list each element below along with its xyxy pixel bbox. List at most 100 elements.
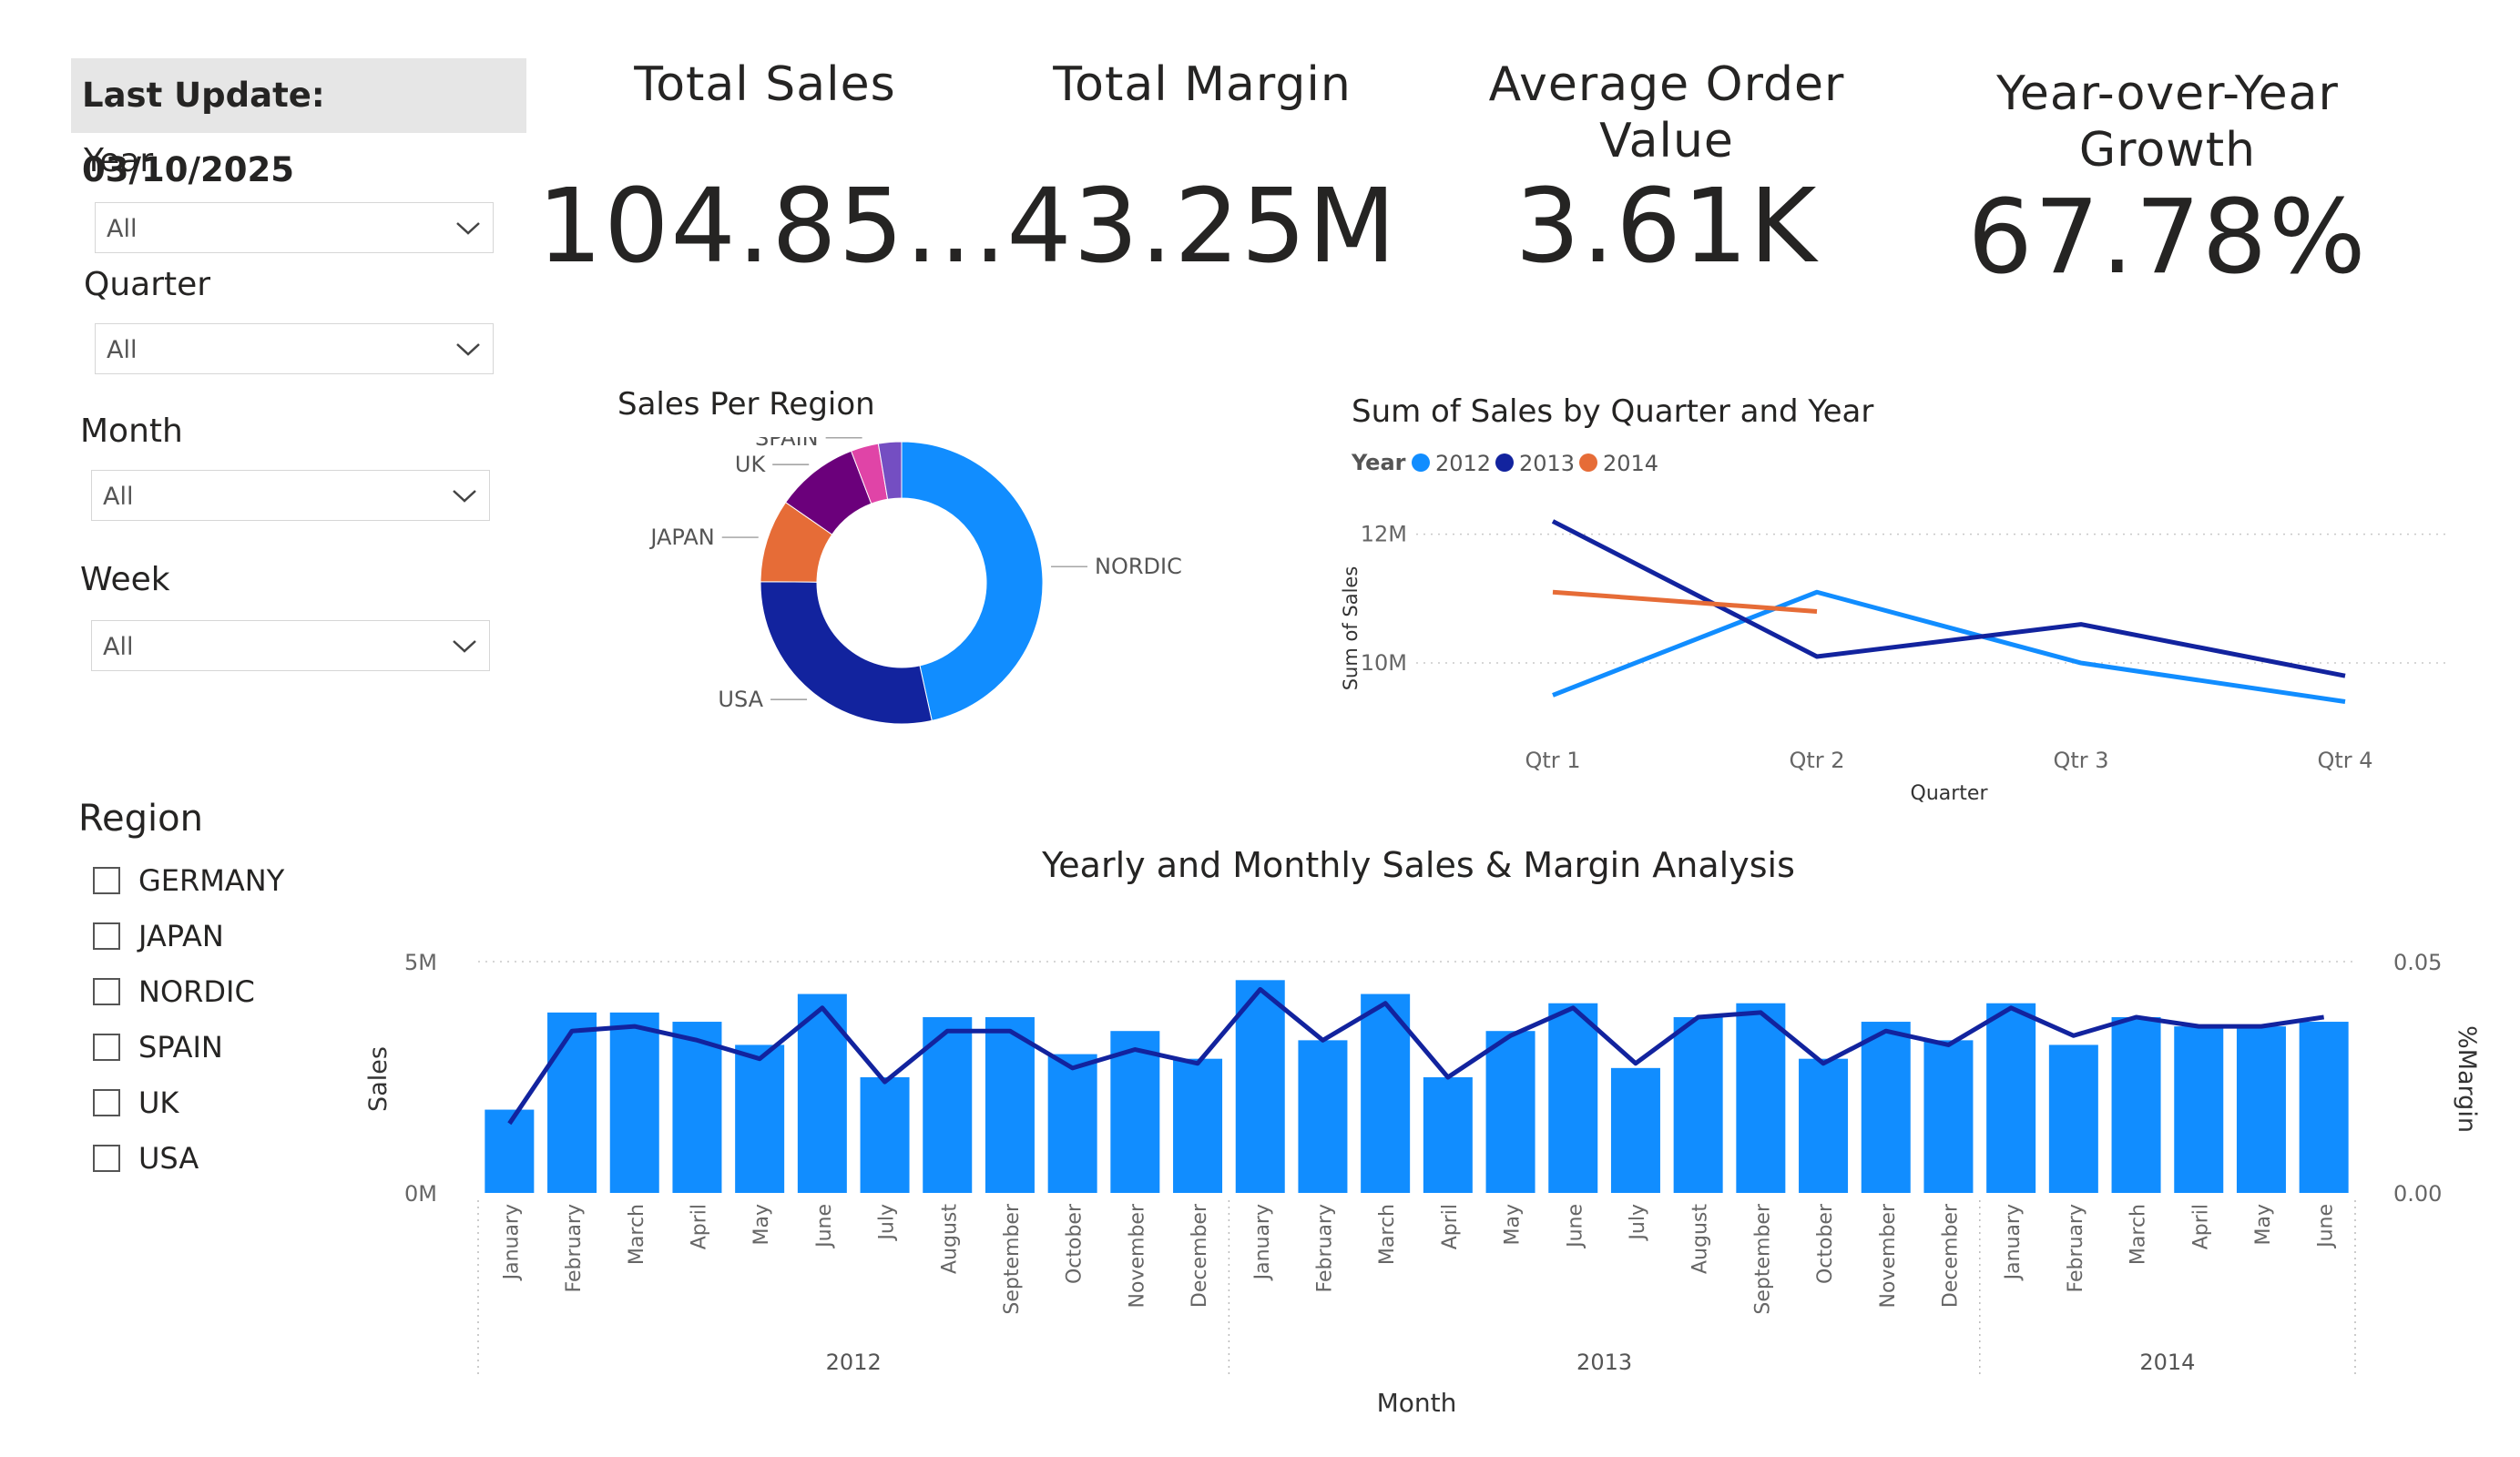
y-tick-label: 0M	[404, 1181, 437, 1207]
week-dropdown-value: All	[103, 633, 134, 661]
month-tick-label: May	[750, 1204, 773, 1245]
kpi-card-total-sales: Total Sales 104.85...	[537, 56, 1006, 286]
sales-bar	[1673, 1016, 1723, 1193]
x-tick-label: Qtr 3	[2053, 748, 2108, 773]
year-group-label: 2014	[2139, 1350, 2195, 1375]
region-option-japan[interactable]: JAPAN	[93, 915, 366, 961]
region-option-label: USA	[138, 1141, 199, 1176]
month-dropdown-value: All	[103, 483, 134, 511]
year-slicer-title: Year	[84, 142, 154, 179]
sales-bar	[1548, 1003, 1598, 1193]
legend-marker	[1495, 453, 1514, 472]
legend-item: 2012	[1435, 451, 1491, 476]
month-tick-label: March	[2127, 1204, 2150, 1265]
series-line-2012	[1552, 589, 2346, 704]
month-tick-label: February	[1313, 1204, 1336, 1293]
sales-bar	[2048, 1044, 2098, 1193]
series-line-2014	[1552, 589, 1818, 614]
month-tick-label: June	[1564, 1204, 1586, 1249]
y2-axis-label: %Margin	[2453, 1025, 2481, 1133]
chevron-down-icon	[453, 640, 476, 653]
month-tick-label: January	[1251, 1204, 1274, 1281]
y-tick-label: 10M	[1361, 650, 1407, 676]
region-option-spain[interactable]: SPAIN	[93, 1026, 366, 1072]
donut-data-label: UK	[735, 452, 767, 477]
chevron-down-icon	[456, 222, 480, 235]
month-tick-label: September	[1001, 1203, 1024, 1315]
x-tick-label: Qtr 2	[1789, 748, 1844, 773]
quarter-dropdown-value: All	[107, 336, 138, 364]
kpi-title: Total Sales	[634, 57, 896, 112]
kpi-title: Year-over-Year Growth	[1996, 66, 2339, 178]
month-tick-label: August	[1689, 1204, 1712, 1274]
sales-bar	[1298, 1040, 1348, 1193]
month-tick-label: July	[1627, 1204, 1649, 1242]
kpi-card-yoy-growth: Year-over-Year Growth 67.78%	[1949, 66, 2386, 297]
checkbox[interactable]	[93, 1034, 120, 1061]
y-axis-label: Sales	[364, 1046, 393, 1112]
legend-marker	[1579, 453, 1597, 472]
region-option-label: JAPAN	[138, 919, 224, 953]
y2-tick-label: 0.00	[2393, 1181, 2442, 1207]
month-slicer-title: Month	[80, 413, 183, 450]
kpi-title: Average Order Value	[1488, 57, 1845, 168]
region-option-uk[interactable]: UK	[93, 1082, 366, 1127]
year-group-label: 2013	[1576, 1350, 1632, 1375]
sales-bar	[1423, 1077, 1473, 1193]
donut-data-label: NORDIC	[1095, 554, 1182, 579]
month-tick-label: April	[1439, 1204, 1462, 1249]
month-tick-label: December	[1939, 1203, 1962, 1308]
sales-bar	[2174, 1026, 2224, 1193]
month-tick-label: November	[1126, 1203, 1148, 1308]
month-tick-label: April	[688, 1204, 710, 1249]
kpi-card-total-margin: Total Margin 43.25M	[974, 56, 1430, 286]
sales-bar	[1047, 1054, 1097, 1193]
month-tick-label: December	[1189, 1203, 1211, 1308]
line-chart-title: Sum of Sales by Quarter and Year	[1352, 393, 1874, 430]
month-tick-label: February	[2065, 1204, 2087, 1293]
region-option-nordic[interactable]: NORDIC	[93, 971, 366, 1016]
checkbox[interactable]	[93, 922, 120, 950]
month-tick-label: January	[500, 1204, 523, 1281]
month-tick-label: January	[2002, 1204, 2025, 1281]
month-tick-label: June	[2315, 1204, 2338, 1249]
week-slicer-title: Week	[80, 561, 170, 598]
checkbox[interactable]	[93, 1089, 120, 1116]
y-tick-label: 12M	[1361, 522, 1407, 547]
kpi-title: Total Margin	[1053, 57, 1352, 112]
legend-item: 2013	[1519, 451, 1575, 476]
combo-chart-title: Yearly and Monthly Sales & Margin Analys…	[1042, 845, 1795, 885]
sales-bar	[609, 1012, 659, 1193]
month-tick-label: February	[563, 1204, 586, 1293]
x-tick-label: Qtr 4	[2317, 748, 2372, 773]
month-dropdown[interactable]: All	[91, 470, 490, 521]
checkbox[interactable]	[93, 1145, 120, 1172]
x-axis-label: Month	[1377, 1388, 1457, 1418]
year-group-label: 2012	[826, 1350, 882, 1375]
checkbox[interactable]	[93, 978, 120, 1005]
month-tick-label: June	[813, 1204, 836, 1249]
kpi-value: 67.78%	[1967, 178, 2368, 297]
quarter-dropdown[interactable]: All	[95, 323, 494, 374]
year-dropdown[interactable]: All	[95, 202, 494, 253]
kpi-value: 43.25M	[1006, 168, 1398, 286]
sales-bar	[2111, 1016, 2161, 1193]
sales-bar	[1861, 1022, 1911, 1193]
sales-bar	[547, 1012, 597, 1193]
donut-data-label: USA	[718, 687, 763, 712]
sales-bar	[1173, 1058, 1223, 1193]
month-tick-label: July	[876, 1204, 899, 1242]
kpi-card-average-order-value: Average Order Value 3.61K	[1457, 56, 1876, 286]
week-dropdown[interactable]: All	[91, 620, 490, 671]
month-tick-label: October	[1064, 1203, 1087, 1284]
x-tick-label: Qtr 1	[1525, 748, 1580, 773]
sales-bar	[1736, 1003, 1786, 1193]
sales-bar	[1485, 1031, 1535, 1193]
month-tick-label: March	[626, 1204, 648, 1265]
sales-bar	[2236, 1026, 2286, 1193]
region-option-usa[interactable]: USA	[93, 1137, 366, 1183]
month-tick-label: May	[1502, 1204, 1525, 1245]
sales-bar	[1610, 1067, 1660, 1193]
month-tick-label: November	[1877, 1203, 1900, 1308]
y-tick-label: 5M	[404, 950, 437, 975]
